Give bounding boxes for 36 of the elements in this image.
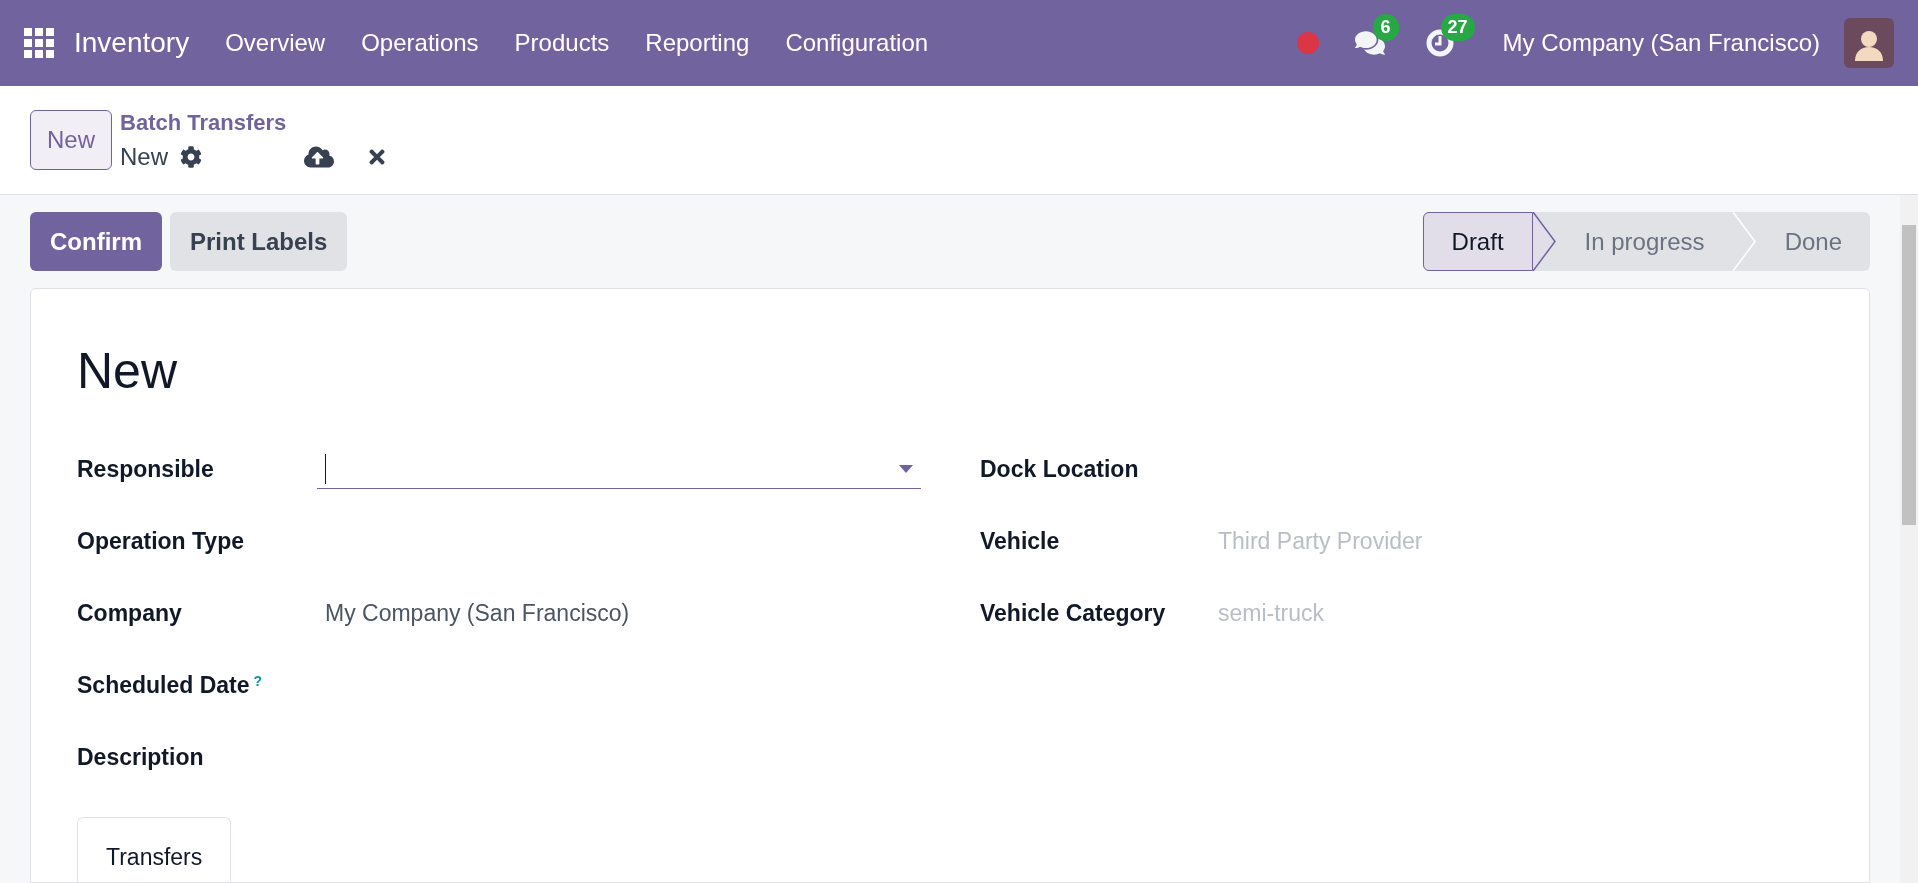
field-label: Company	[77, 598, 183, 628]
field-value: My Company (San Francisco)	[325, 598, 630, 628]
scrollbar[interactable]	[1900, 195, 1918, 883]
settings-icon[interactable]	[180, 145, 203, 168]
breadcrumb-link[interactable]: Batch Transfers	[120, 105, 389, 139]
menu-item[interactable]: Products	[514, 25, 610, 61]
field-label: Responsible	[77, 454, 215, 484]
apps-grid-icon[interactable]	[24, 28, 54, 58]
field-label: Vehicle Category	[980, 598, 1167, 628]
notebook-tab[interactable]: Transfers	[77, 817, 232, 883]
help-tooltip-mark[interactable]: ?	[253, 672, 263, 689]
status-step[interactable]: In progress	[1556, 212, 1733, 271]
menu-item[interactable]: Operations	[361, 25, 479, 61]
input-field[interactable]: Third Party Provider	[1218, 523, 1718, 559]
record-name: New	[120, 141, 169, 172]
record-title: New	[77, 342, 179, 401]
menu-item[interactable]: Reporting	[645, 25, 750, 61]
company-name[interactable]: My Company (San Francisco)	[1502, 25, 1820, 61]
action-button[interactable]: Print Labels	[170, 212, 348, 271]
input-field[interactable]: semi-truck	[1218, 595, 1718, 631]
menu-item[interactable]: Overview	[225, 25, 326, 61]
field-label: Operation Type	[77, 526, 245, 556]
new-button[interactable]: New	[30, 110, 112, 170]
caret-icon	[899, 464, 913, 473]
action-button[interactable]: Confirm	[30, 212, 162, 271]
step-chevron-icon	[1732, 212, 1757, 271]
field-label: Description	[77, 742, 205, 772]
activity-count-badge: 27	[1440, 14, 1475, 41]
message-count-badge: 6	[1372, 14, 1399, 41]
status-step[interactable]: Done	[1756, 212, 1870, 271]
app-name[interactable]: Inventory	[74, 22, 190, 64]
field-label: Dock Location	[980, 454, 1140, 484]
field-label: Scheduled Date $^{?}$	[77, 670, 264, 700]
avatar-placeholder[interactable]	[1844, 18, 1894, 68]
menu-item[interactable]: Configuration	[785, 25, 929, 61]
field-label: Vehicle	[980, 526, 1061, 556]
